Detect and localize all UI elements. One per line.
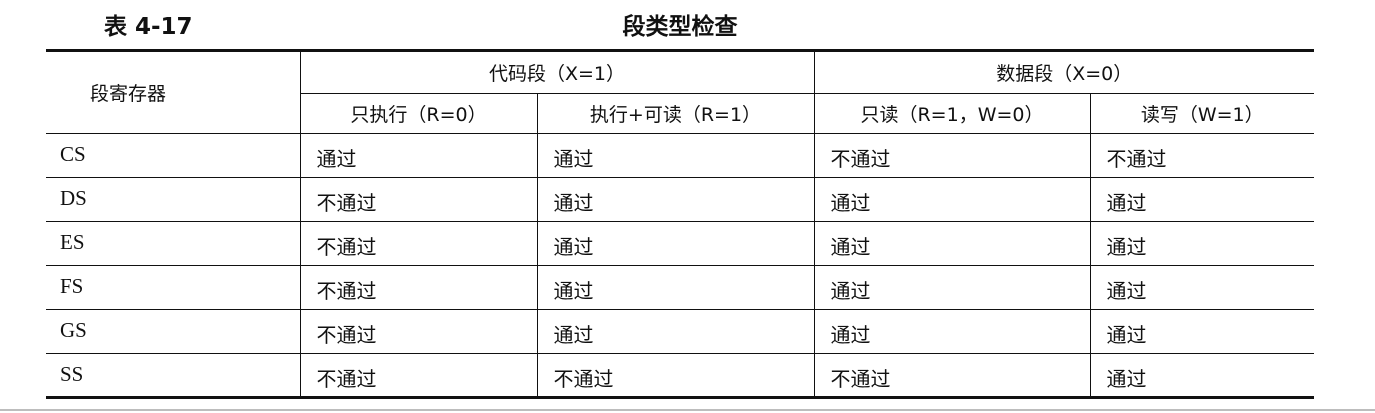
register-cell: SS	[46, 353, 301, 398]
table-header-row: 段寄存器 代码段（X=1） 数据段（X=0）	[46, 50, 1314, 134]
table-row: SS 不通过 不通过 不通过 通过	[46, 353, 1314, 398]
result-cell: 通过	[1090, 177, 1314, 222]
segment-type-check-table: 段寄存器 代码段（X=1） 数据段（X=0） 只执行（R=0） 执行+可读（R=…	[46, 49, 1314, 399]
result-cell: 通过	[1106, 367, 1147, 391]
subheader-read-only: 只读（R=1，W=0）	[814, 93, 1091, 134]
result-cell: 通过	[1090, 265, 1314, 310]
result-cell: 通过	[814, 309, 1091, 354]
result-cell: 通过	[537, 265, 815, 310]
result-cell: 通过	[1090, 309, 1314, 354]
result-cell: 不通过	[300, 221, 538, 266]
subheader-read-write: 读写（W=1）	[1090, 93, 1314, 134]
table-row: ES 不通过 通过 通过 通过	[46, 221, 1314, 266]
result-cell: 通过	[814, 221, 1091, 266]
result-cell: 不通过	[300, 353, 538, 398]
table-title: 段类型检查	[622, 14, 738, 40]
result-cell: 通过	[814, 177, 1091, 222]
header-code-segment: 代码段（X=1）	[300, 50, 815, 94]
result-cell: 通过	[1090, 221, 1314, 266]
register-cell: ES	[46, 221, 301, 266]
result-cell: 通过	[537, 309, 815, 354]
subheader-execute-only: 只执行（R=0）	[300, 93, 538, 134]
result-cell: 通过	[537, 221, 815, 266]
register-cell: FS	[46, 265, 301, 310]
header-data-segment: 数据段（X=0）	[814, 50, 1314, 94]
result-cell: 不通过	[1090, 133, 1314, 178]
result-cell: 不通过	[300, 309, 538, 354]
result-cell: 不通过	[300, 265, 538, 310]
table-row: CS 通过 通过 不通过 不通过	[46, 133, 1314, 178]
result-cell: 通过	[537, 177, 815, 222]
page-bottom-divider	[0, 409, 1375, 411]
result-cell: 通过	[814, 265, 1091, 310]
result-cell: 不通过	[537, 353, 815, 398]
register-cell: DS	[46, 177, 301, 222]
result-cell: 不通过	[814, 353, 1091, 398]
register-cell: CS	[46, 133, 301, 178]
result-cell: 不通过	[300, 177, 538, 222]
table-row: GS 不通过 通过 通过 通过	[46, 309, 1314, 354]
table-number: 表 4-17	[104, 14, 193, 40]
result-cell: 不通过	[814, 133, 1091, 178]
header-segment-register: 段寄存器	[46, 50, 301, 134]
table-row: FS 不通过 通过 通过 通过	[46, 265, 1314, 310]
register-cell: GS	[46, 309, 301, 354]
result-cell: 通过	[537, 133, 815, 178]
table-row: DS 不通过 通过 通过 通过	[46, 177, 1314, 222]
subheader-execute-read: 执行+可读（R=1）	[537, 93, 815, 134]
result-cell: 通过	[300, 133, 538, 178]
